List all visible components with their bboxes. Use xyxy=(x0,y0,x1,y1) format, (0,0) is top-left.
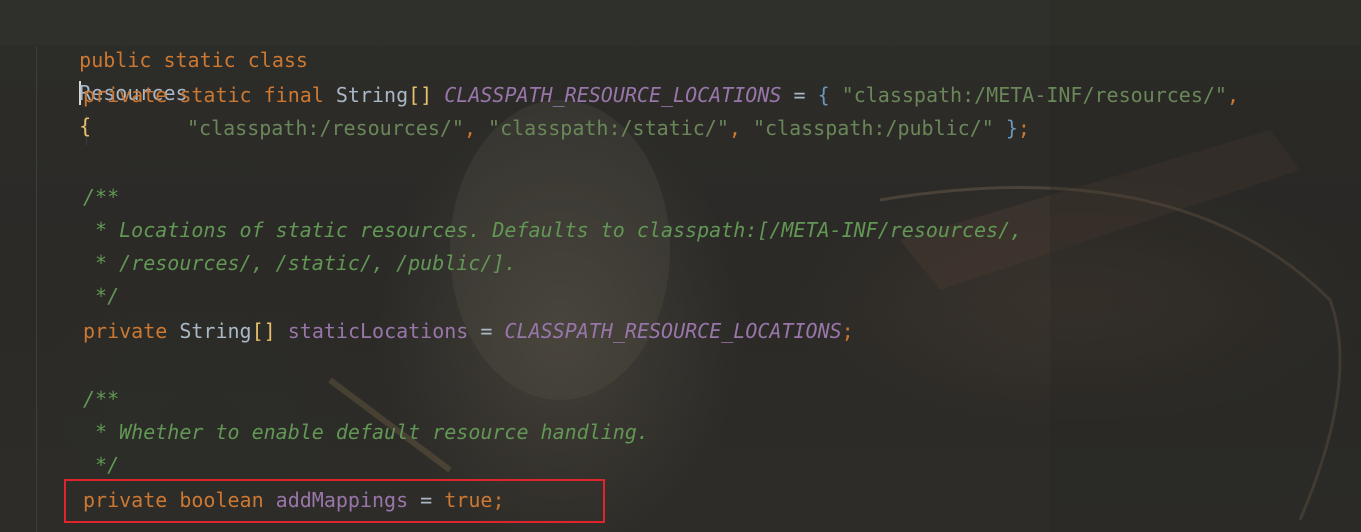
open-brace: { xyxy=(79,114,92,138)
javadoc-line: * Whether to enable default resource han… xyxy=(83,420,649,444)
semicolon: ; xyxy=(841,319,854,343)
string-literal: "classpath:/resources/" xyxy=(187,116,464,140)
code-editor[interactable]: public static class Resources { private … xyxy=(0,0,1361,532)
javadoc-close: */ xyxy=(83,284,120,308)
string-literal: "classpath:/META-INF/resources/" xyxy=(841,83,1227,107)
javadoc-line: * /resources/, /static/, /public/]. xyxy=(83,251,517,275)
field-name: staticLocations xyxy=(287,319,469,343)
open-brace: { xyxy=(817,83,830,107)
type-name: String xyxy=(335,83,409,107)
assign-operator: = xyxy=(480,319,493,343)
comma: , xyxy=(1226,83,1240,107)
keyword: public static class xyxy=(79,48,308,72)
constant-name: CLASSPATH_RESOURCE_LOCATIONS xyxy=(444,83,782,107)
string-literal: "classpath:/static/" xyxy=(488,116,729,140)
type-name: String xyxy=(179,319,252,343)
red-annotation-box xyxy=(64,479,605,523)
array-brackets: [] xyxy=(251,319,276,343)
code-line-constant-continuation[interactable]: "classpath:/resources/", "classpath:/sta… xyxy=(187,112,1030,145)
array-brackets: [] xyxy=(408,83,433,107)
code-line-static-locations[interactable]: private String[] staticLocations = CLASS… xyxy=(83,315,854,348)
semicolon: ; xyxy=(1017,116,1030,140)
string-literal: "classpath:/public/" xyxy=(752,116,994,140)
code-line-constant-declaration[interactable]: private static final String[] CLASSPATH_… xyxy=(83,79,1239,112)
keyword: private static final xyxy=(83,83,324,107)
javadoc-line: * Locations of static resources. Default… xyxy=(83,218,1023,242)
code-line-class-declaration[interactable]: public static class Resources { xyxy=(31,11,308,138)
constant-reference: CLASSPATH_RESOURCE_LOCATIONS xyxy=(504,319,842,343)
javadoc-open: /** xyxy=(83,387,120,411)
javadoc-open: /** xyxy=(83,185,120,209)
keyword: private xyxy=(83,319,168,343)
javadoc-close: */ xyxy=(83,453,120,477)
close-brace: } xyxy=(1005,116,1018,140)
assign-operator: = xyxy=(793,83,806,107)
